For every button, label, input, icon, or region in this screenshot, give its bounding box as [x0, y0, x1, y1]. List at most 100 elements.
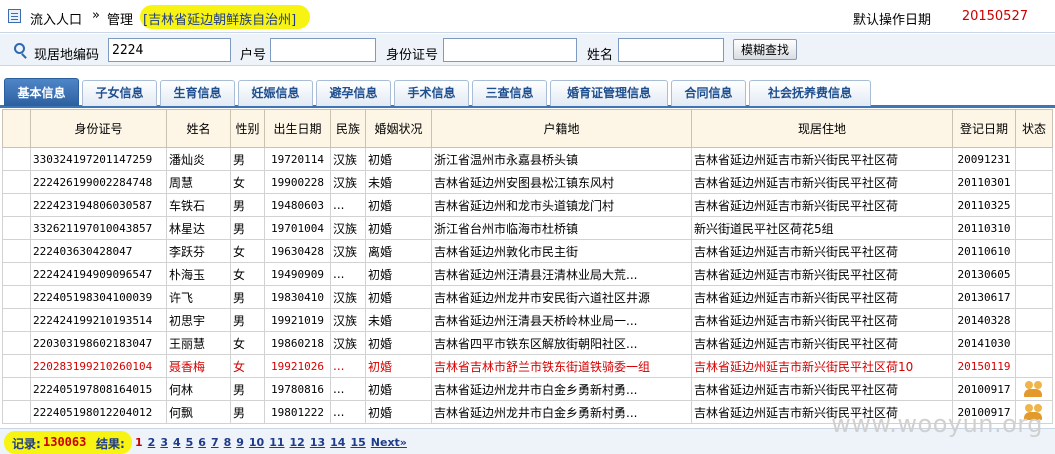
residence-code-input[interactable] [108, 38, 231, 62]
page-link[interactable]: 12 [290, 436, 305, 449]
row-select-cell[interactable] [2, 377, 31, 401]
row-select-cell[interactable] [2, 308, 31, 332]
row-select-cell[interactable] [2, 331, 31, 355]
tab-social-support-fee-info[interactable]: 社会抚养费信息 [749, 80, 871, 106]
table-cell: 19630428 [264, 239, 331, 263]
page-link[interactable]: 1 [135, 436, 143, 449]
table-row[interactable]: 332621197010043857 林星达男 19701004 汉族 初婚 浙江省台州市… [2, 216, 1053, 240]
page-link[interactable]: 10 [249, 436, 264, 449]
row-select-cell[interactable] [2, 262, 31, 286]
row-select-cell[interactable] [2, 400, 31, 424]
table-row[interactable]: 222424199210193514 初思宇男 19921019 汉族 未婚 吉林省延边州… [2, 308, 1053, 332]
table-cell: 吉林省延边州延吉市新兴街民平社区荷 [691, 331, 953, 355]
table-cell: 19801222 [264, 400, 331, 424]
status-cell [1015, 170, 1053, 194]
table-cell: 20110310 [952, 216, 1016, 240]
table-row[interactable]: 222424194909096547 朴海玉女 19490909... 初婚 吉林省延边… [2, 262, 1053, 286]
page-link[interactable]: 5 [186, 436, 194, 449]
table-cell: 初婚 [365, 216, 432, 240]
tab-contraception-info[interactable]: 避孕信息 [316, 80, 391, 106]
name-input[interactable] [618, 38, 724, 62]
table-cell: 初婚 [365, 400, 432, 424]
search-icon [14, 43, 25, 54]
status-cell [1015, 262, 1053, 286]
table-cell: 初婚 [365, 262, 432, 286]
tab-pregnancy-info[interactable]: 妊娠信息 [238, 80, 313, 106]
table-cell: 男 [230, 285, 265, 309]
row-select-cell[interactable] [2, 354, 31, 378]
table-row[interactable]: 222403630428047 李跃芬女 19630428 汉族 离婚 吉林省延边州敦化市… [2, 239, 1053, 263]
table-row[interactable]: 222426199002284748 周慧女 19900228 汉族 未婚 吉林省延边州安… [2, 170, 1053, 194]
table-cell: 吉林省延边州延吉市新兴街民平社区荷 [691, 193, 953, 217]
tab-surgery-info[interactable]: 手术信息 [394, 80, 469, 106]
page-link[interactable]: 2 [148, 436, 156, 449]
table-cell: 222424199210193514 [30, 308, 167, 332]
watermark: www.wooyun.org [831, 410, 1043, 438]
table-row[interactable]: 330324197201147259 潘灿炎男 19720114 汉族 初婚 浙江省温州市… [2, 147, 1053, 171]
row-select-cell[interactable] [2, 216, 31, 240]
status-cell [1015, 331, 1053, 355]
table-cell: 男 [230, 193, 265, 217]
table-cell: 222423194806030587 [30, 193, 167, 217]
table-cell: 未婚 [365, 170, 432, 194]
search-bar: 现居地编码 户号 身份证号 姓名 模糊查找 [0, 34, 1055, 66]
residence-code-label: 现居地编码 [34, 48, 100, 63]
tab-contract-info[interactable]: 合同信息 [671, 80, 746, 106]
page-link[interactable]: 4 [173, 436, 181, 449]
table-cell: 吉林省延边州龙井市安民街六道社区井源 [431, 285, 692, 309]
page-link[interactable]: 14 [330, 436, 345, 449]
table-cell: 19780816 [264, 377, 331, 401]
table-cell: 汉族 [330, 216, 366, 240]
table-row[interactable]: 222405198304100039 许飞男 19830410 汉族 初婚 吉林省延边州龙… [2, 285, 1053, 309]
page-link[interactable]: 8 [224, 436, 232, 449]
tab-children-info[interactable]: 子女信息 [82, 80, 157, 106]
page-link[interactable]: 15 [350, 436, 365, 449]
page-link[interactable]: 6 [198, 436, 206, 449]
table-cell: 新兴街道民平社区荷花5组 [691, 216, 953, 240]
tab-three-checks-info[interactable]: 三查信息 [472, 80, 547, 106]
page-link[interactable]: 7 [211, 436, 219, 449]
next-page-link[interactable]: Next» [371, 436, 407, 449]
table-cell: ... [330, 354, 366, 378]
users-icon[interactable] [1024, 380, 1044, 398]
page-link[interactable]: 9 [236, 436, 244, 449]
table-cell: 汉族 [330, 331, 366, 355]
row-select-cell[interactable] [2, 239, 31, 263]
tab-basic-info[interactable]: 基本信息 [4, 78, 79, 106]
table-cell: ... [330, 377, 366, 401]
fuzzy-search-button[interactable]: 模糊查找 [733, 39, 797, 60]
table-cell: 吉林省延边州龙井市白金乡勇新村勇... [431, 377, 692, 401]
page-link[interactable]: 13 [310, 436, 325, 449]
row-select-cell[interactable] [2, 170, 31, 194]
table-cell: 初婚 [365, 193, 432, 217]
table-row[interactable]: 220283199210260104 聂香梅女 19921026... 初婚 吉林省吉林… [2, 354, 1053, 378]
tab-birth-info[interactable]: 生育信息 [160, 80, 235, 106]
row-select-cell[interactable] [2, 193, 31, 217]
id-number-input[interactable] [443, 38, 577, 62]
table-cell: 周慧 [166, 170, 231, 194]
table-cell: 220283199210260104 [30, 354, 167, 378]
page-link[interactable]: 11 [269, 436, 284, 449]
table-row[interactable]: 222423194806030587 车铁石男 19480603... 初婚 吉林省延边… [2, 193, 1053, 217]
table-cell: 20130617 [952, 285, 1016, 309]
page-link[interactable]: 3 [160, 436, 168, 449]
table-cell: 222405197808164015 [30, 377, 167, 401]
row-select-cell[interactable] [2, 147, 31, 171]
table-cell: 19921019 [264, 308, 331, 332]
row-select-cell[interactable] [2, 285, 31, 309]
table-cell: ... [330, 262, 366, 286]
table-cell: 19720114 [264, 147, 331, 171]
default-date-value: 20150527 [961, 9, 1028, 24]
household-input[interactable] [270, 38, 376, 62]
table-cell: 女 [230, 331, 265, 355]
table-row[interactable]: 222405197808164015 何林男 19780816... 初婚 吉林省延边州… [2, 377, 1053, 401]
status-cell [1015, 239, 1053, 263]
tab-marriage-cert-info[interactable]: 婚育证管理信息 [550, 80, 668, 106]
breadcrumb-separator: » [92, 8, 100, 23]
table-row[interactable]: 220303198602183047 王丽慧女 19860218 汉族 初婚 吉林省四平市… [2, 331, 1053, 355]
table-cell: 吉林省延边州龙井市白金乡勇新村勇... [431, 400, 692, 424]
table-cell: 吉林省延边州和龙市头道镇龙门村 [431, 193, 692, 217]
table-cell: 女 [230, 262, 265, 286]
table-cell: 吉林省延边州延吉市新兴街民平社区荷 [691, 239, 953, 263]
breadcrumb-floating-population[interactable]: 流入人口 [30, 9, 82, 28]
